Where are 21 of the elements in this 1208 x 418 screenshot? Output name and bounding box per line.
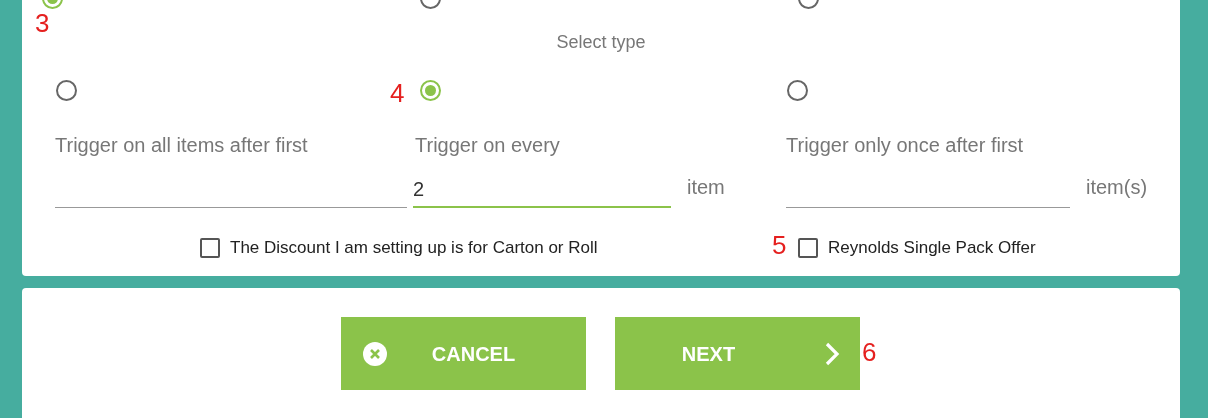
input-field[interactable]: 2	[413, 172, 671, 208]
checkbox[interactable]	[200, 237, 220, 258]
unit-label: item	[687, 175, 725, 200]
annotation-number: 6	[862, 339, 877, 365]
checkbox-label: The Discount I am setting up is for Carton or Roll	[230, 237, 598, 259]
radio-button[interactable]	[420, 80, 441, 101]
cancel-button[interactable]: CANCEL	[341, 317, 586, 390]
unit-label: item(s)	[1086, 175, 1148, 200]
close-icon	[363, 341, 387, 366]
option-label: Trigger on every	[415, 134, 560, 156]
section-label: Select type	[556, 32, 646, 52]
checkbox-label: Reynolds Single Pack Offer	[828, 237, 1036, 259]
next-button[interactable]: NEXT	[615, 317, 860, 390]
annotation-number: 4	[390, 80, 405, 106]
radio-button[interactable]	[787, 80, 808, 101]
annotation-number: 5	[772, 232, 787, 258]
option-label: Trigger on all items after first	[55, 134, 308, 156]
annotation-number: 3	[35, 10, 50, 36]
checkbox[interactable]	[798, 237, 818, 258]
option-label: Trigger only once after first	[786, 134, 1024, 156]
radio-button[interactable]	[56, 80, 77, 101]
